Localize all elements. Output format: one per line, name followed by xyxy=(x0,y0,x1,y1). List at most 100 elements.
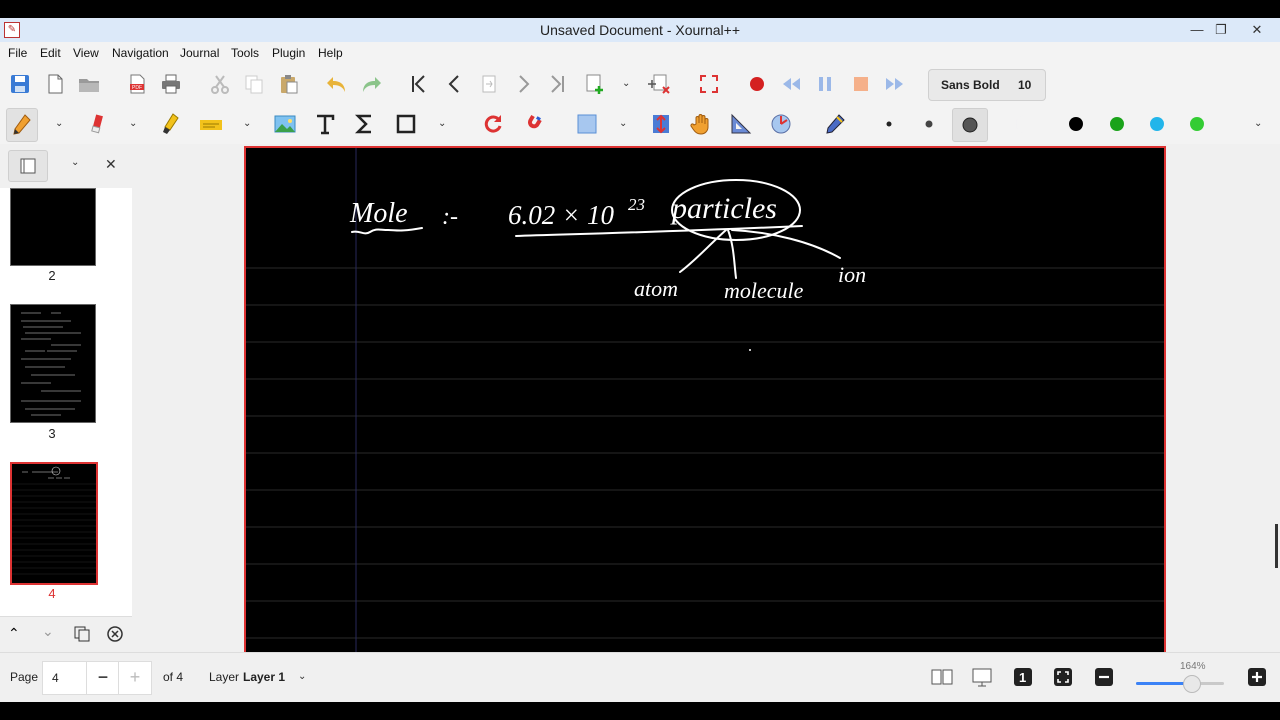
export-pdf-icon[interactable]: PDF xyxy=(124,72,150,96)
new-document-icon[interactable] xyxy=(42,72,68,96)
shape-rectangle-icon[interactable] xyxy=(393,112,419,136)
goto-page-icon[interactable] xyxy=(476,72,502,96)
page-sidebar: ⌄ ✕ 2 3 4 ⌃ ⌄ xyxy=(0,144,133,653)
layer-dropdown-icon[interactable]: ⌄ xyxy=(298,671,306,682)
next-page-icon[interactable] xyxy=(510,72,536,96)
text-highlight-icon[interactable] xyxy=(198,112,224,136)
page-decrement-button[interactable]: − xyxy=(86,661,120,695)
pen-options-dropdown-icon[interactable]: ⌄ xyxy=(55,118,63,129)
toolbar-overflow-dropdown-icon[interactable]: ⌄ xyxy=(1254,118,1262,129)
move-page-down-icon[interactable]: ⌄ xyxy=(42,623,54,640)
delete-page-icon[interactable] xyxy=(646,72,672,96)
redo-icon[interactable] xyxy=(358,72,384,96)
stop-icon[interactable] xyxy=(848,72,874,96)
vertical-scrollbar[interactable] xyxy=(1275,524,1278,568)
vertical-space-icon[interactable] xyxy=(648,112,674,136)
move-page-up-icon[interactable]: ⌃ xyxy=(8,625,20,642)
highlighter-icon[interactable] xyxy=(158,112,184,136)
insert-image-icon[interactable] xyxy=(272,112,298,136)
zoom-slider-handle[interactable] xyxy=(1182,675,1201,693)
record-icon[interactable] xyxy=(744,72,770,96)
add-page-dropdown-icon[interactable]: ⌄ xyxy=(622,78,630,89)
ink-atom: atom xyxy=(634,276,678,301)
color-black-icon xyxy=(1069,117,1083,131)
current-page[interactable]: Mole :- 6.02 × 10 23 particles atom mole… xyxy=(244,146,1166,652)
color-swatch-light-green[interactable] xyxy=(1184,112,1210,136)
menu-bar: File Edit View Navigation Journal Tools … xyxy=(0,42,1280,64)
menu-navigation[interactable]: Navigation xyxy=(112,46,169,60)
setsquare-icon[interactable] xyxy=(728,112,754,136)
ink-number: 6.02 × 10 xyxy=(508,200,614,230)
presentation-mode-icon[interactable] xyxy=(970,666,994,688)
font-selector-button[interactable]: Sans Bold 10 xyxy=(928,69,1046,101)
add-page-icon[interactable] xyxy=(582,72,608,96)
page-increment-button[interactable]: + xyxy=(118,661,152,695)
document-canvas[interactable]: Mole :- 6.02 × 10 23 particles atom mole… xyxy=(132,144,1280,652)
print-icon[interactable] xyxy=(158,72,184,96)
paste-icon[interactable] xyxy=(276,72,302,96)
rotate-icon[interactable] xyxy=(480,112,506,136)
first-page-icon[interactable] xyxy=(406,72,432,96)
compass-icon[interactable] xyxy=(768,112,794,136)
rewind-icon[interactable] xyxy=(778,72,804,96)
menu-edit[interactable]: Edit xyxy=(40,46,61,60)
eraser-icon[interactable] xyxy=(84,112,110,136)
cut-icon[interactable] xyxy=(207,72,233,96)
app-window: ✎ Unsaved Document - Xournal++ — ❐ ✕ Fil… xyxy=(0,18,1280,703)
color-swatch-green[interactable] xyxy=(1104,112,1130,136)
magnet-icon[interactable] xyxy=(520,112,546,136)
menu-journal[interactable]: Journal xyxy=(180,46,219,60)
zoom-100-icon[interactable]: 1 xyxy=(1012,666,1034,688)
hand-tool-icon[interactable] xyxy=(688,112,714,136)
sidebar-view-button[interactable] xyxy=(8,150,48,182)
thin-stroke-icon[interactable] xyxy=(876,112,902,136)
sidebar-close-icon[interactable]: ✕ xyxy=(105,156,117,173)
sidebar-view-dropdown-icon[interactable]: ⌄ xyxy=(71,157,79,168)
text-tool-icon[interactable] xyxy=(312,112,338,136)
menu-plugin[interactable]: Plugin xyxy=(272,46,305,60)
page-thumbnail-4-current[interactable] xyxy=(10,462,98,585)
open-folder-icon[interactable] xyxy=(76,72,102,96)
previous-page-icon[interactable] xyxy=(442,72,468,96)
page-thumbnail-2[interactable] xyxy=(10,188,96,266)
zoom-in-icon[interactable] xyxy=(1246,666,1268,688)
save-icon[interactable] xyxy=(7,72,33,96)
select-options-dropdown-icon[interactable]: ⌄ xyxy=(619,118,627,129)
fill-tool-icon[interactable] xyxy=(1010,112,1036,136)
eraser-options-dropdown-icon[interactable]: ⌄ xyxy=(129,118,137,129)
medium-stroke-icon[interactable] xyxy=(916,112,942,136)
zoom-fit-icon[interactable] xyxy=(1052,666,1074,688)
layer-selector[interactable]: Layer 1 xyxy=(243,670,285,684)
fullscreen-icon[interactable] xyxy=(696,72,722,96)
pen-tool-button[interactable] xyxy=(6,108,38,142)
restore-button[interactable]: ❐ xyxy=(1206,20,1236,40)
copy-icon[interactable] xyxy=(241,72,267,96)
zoom-slider[interactable] xyxy=(1136,675,1224,693)
menu-tools[interactable]: Tools xyxy=(231,46,259,60)
menu-view[interactable]: View xyxy=(73,46,99,60)
tools-toolbar: ⌄ ⌄ ⌄ ⌄ ⌄ ⌄ xyxy=(0,104,1280,144)
page-number-input[interactable]: 4 xyxy=(42,661,87,695)
close-window-button[interactable]: ✕ xyxy=(1242,20,1272,40)
select-rectangle-icon[interactable] xyxy=(574,112,600,136)
color-swatch-cyan[interactable] xyxy=(1144,112,1170,136)
two-pages-icon[interactable] xyxy=(930,666,954,688)
default-tool-icon[interactable] xyxy=(822,112,848,136)
menu-help[interactable]: Help xyxy=(318,46,343,60)
thick-stroke-button[interactable] xyxy=(952,108,988,142)
zoom-out-icon[interactable] xyxy=(1093,666,1115,688)
thick-stroke-icon xyxy=(962,117,978,133)
menu-file[interactable]: File xyxy=(8,46,27,60)
delete-page-circle-icon[interactable] xyxy=(106,625,124,643)
pause-icon[interactable] xyxy=(812,72,838,96)
highlight-options-dropdown-icon[interactable]: ⌄ xyxy=(243,118,251,129)
shape-options-dropdown-icon[interactable]: ⌄ xyxy=(438,118,446,129)
color-swatch-black[interactable] xyxy=(1063,112,1089,136)
ink-ion: ion xyxy=(838,262,866,287)
copy-page-icon[interactable] xyxy=(73,625,91,643)
last-page-icon[interactable] xyxy=(544,72,570,96)
page-thumbnail-3[interactable] xyxy=(10,304,96,423)
fast-forward-icon[interactable] xyxy=(882,72,908,96)
undo-icon[interactable] xyxy=(324,72,350,96)
latex-sigma-icon[interactable] xyxy=(352,112,378,136)
